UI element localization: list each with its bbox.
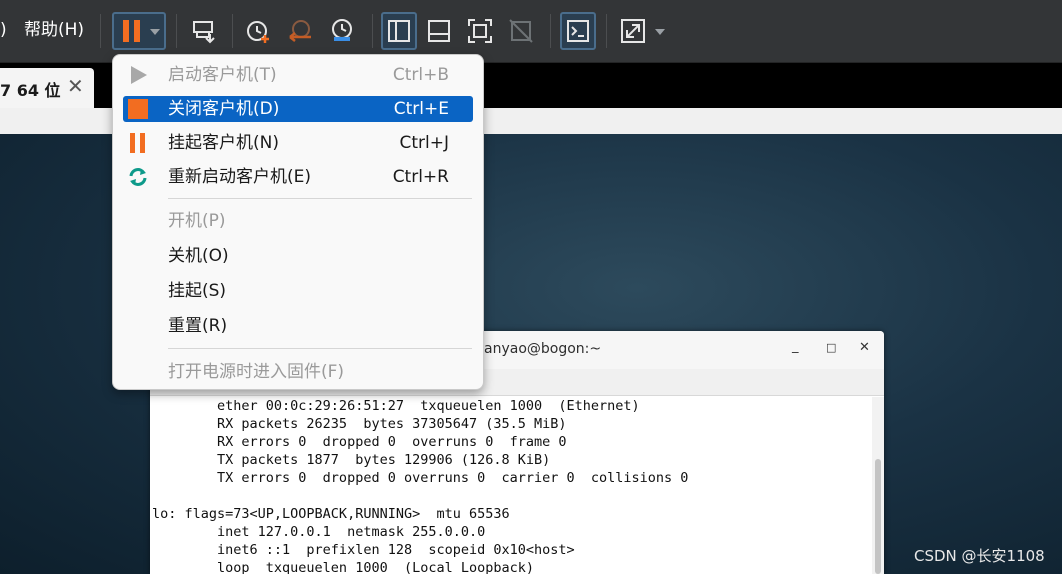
menu-item-shut-down-guest[interactable]: 关闭客户机(D) Ctrl+E xyxy=(123,96,473,122)
menu-item-suspend-guest[interactable]: 挂起客户机(N) Ctrl+J xyxy=(123,130,473,156)
take-snapshot-button[interactable] xyxy=(241,12,277,50)
play-icon xyxy=(131,66,147,84)
show-library-button[interactable] xyxy=(381,12,417,50)
snapshot-revert-icon xyxy=(289,20,311,42)
terminal-scrollbar[interactable] xyxy=(872,397,884,574)
terminal-output[interactable]: ether 00:0c:29:26:51:27 txqueuelen 1000 … xyxy=(152,397,872,574)
snapshot-manager-button[interactable] xyxy=(324,12,360,50)
send-ctrl-alt-del-button[interactable] xyxy=(186,12,222,50)
snapshot-add-icon xyxy=(247,21,269,43)
restart-icon xyxy=(129,168,147,186)
scrollbar-thumb[interactable] xyxy=(875,459,881,574)
chevron-down-icon[interactable] xyxy=(150,29,160,35)
menu-item-shortcut: Ctrl+B xyxy=(392,65,449,85)
terminal-icon xyxy=(567,20,589,42)
snapshot-manager-icon xyxy=(332,19,352,41)
watermark-text: CSDN @长安1108 xyxy=(914,547,1045,565)
unity-mode-button[interactable] xyxy=(503,12,539,50)
power-dropdown-menu: 启动客户机(T) Ctrl+B 关闭客户机(D) Ctrl+E 挂起客户机(N)… xyxy=(112,54,484,390)
terminal-line: TX errors 0 dropped 0 overruns 0 carrier… xyxy=(152,470,689,486)
terminal-line: inet 127.0.0.1 netmask 255.0.0.0 xyxy=(152,524,486,540)
menu-separator xyxy=(168,348,472,349)
menu-item-label: 重新启动客户机(E) xyxy=(168,167,312,187)
terminal-line: RX packets 26235 bytes 37305647 (35.5 Mi… xyxy=(152,416,567,432)
unity-disabled-icon xyxy=(509,19,533,43)
maximize-icon[interactable]: □ xyxy=(826,341,836,354)
menu-item-label: 关机(O) xyxy=(168,246,229,266)
toolbar-separator xyxy=(606,14,607,48)
menu-help[interactable]: 帮助(H) xyxy=(24,19,84,41)
menu-item-shortcut: Ctrl+J xyxy=(399,133,449,153)
chevron-down-icon[interactable] xyxy=(655,29,665,35)
menu-item-suspend[interactable]: 挂起(S) xyxy=(123,278,473,304)
toolbar-separator xyxy=(176,14,177,48)
terminal-line: loop txqueuelen 1000 (Local Loopback) xyxy=(152,560,535,574)
toolbar-separator xyxy=(372,14,373,48)
menu-item-shortcut: Ctrl+E xyxy=(393,99,449,119)
revert-snapshot-button[interactable] xyxy=(283,12,319,50)
toolbar-separator xyxy=(550,14,551,48)
expand-icon xyxy=(621,19,645,43)
menu-item-label: 挂起客户机(N) xyxy=(168,133,279,153)
menu-item-power-on[interactable]: 开机(P) xyxy=(123,208,473,234)
sidebar-layout-icon xyxy=(388,20,410,42)
terminal-title: anyao@bogon:~ xyxy=(484,341,602,357)
pause-icon xyxy=(130,133,145,153)
menu-separator xyxy=(168,198,472,199)
minimize-icon[interactable]: _ xyxy=(792,339,799,354)
terminal-line: RX errors 0 dropped 0 overruns 0 frame 0 xyxy=(152,434,567,450)
vm-tab[interactable]: 7 64 位 ✕ xyxy=(0,68,94,108)
vm-tab-label: 7 64 位 xyxy=(0,81,61,100)
menu-item-shortcut: Ctrl+R xyxy=(392,167,449,187)
stretch-guest-button[interactable] xyxy=(615,12,651,50)
terminal-line: inet6 ::1 prefixlen 128 scopeid 0x10<hos… xyxy=(152,542,575,558)
toolbar-separator xyxy=(232,14,233,48)
close-icon[interactable]: ✕ xyxy=(859,340,870,355)
menu-item-power-on-guest[interactable]: 启动客户机(T) Ctrl+B xyxy=(123,62,473,88)
menu-item-label: 重置(R) xyxy=(168,316,228,336)
console-view-button[interactable] xyxy=(560,12,596,50)
terminal-line: TX packets 1877 bytes 129906 (126.8 KiB) xyxy=(152,452,551,468)
bottom-panel-icon xyxy=(428,20,450,42)
keyboard-send-icon xyxy=(193,21,215,44)
menu-item-reset[interactable]: 重置(R) xyxy=(123,313,473,339)
menu-item-label: 开机(P) xyxy=(168,211,226,231)
menu-item-power-on-to-firmware[interactable]: 打开电源时进入固件(F) xyxy=(123,359,473,385)
menu-item-power-off[interactable]: 关机(O) xyxy=(123,243,473,269)
toolbar-separator xyxy=(100,14,101,48)
menu-item-label: 启动客户机(T) xyxy=(168,65,277,85)
terminal-line: lo: flags=73<UP,LOOPBACK,RUNNING> mtu 65… xyxy=(152,506,510,522)
menu-item-label: 挂起(S) xyxy=(168,281,227,301)
stop-icon xyxy=(128,99,148,119)
show-thumbnail-bar-button[interactable] xyxy=(421,12,457,50)
full-screen-button[interactable] xyxy=(462,12,498,50)
menu-item-label: 打开电源时进入固件(F) xyxy=(168,362,345,382)
fullscreen-icon xyxy=(468,19,492,43)
menu-item-label: 关闭客户机(D) xyxy=(168,99,280,119)
terminal-line: ether 00:0c:29:26:51:27 txqueuelen 1000 … xyxy=(152,398,640,414)
menu-item-restart-guest[interactable]: 重新启动客户机(E) Ctrl+R xyxy=(123,164,473,190)
close-icon[interactable]: ✕ xyxy=(67,75,84,97)
pause-icon xyxy=(123,20,140,42)
menu-fragment[interactable]: ) xyxy=(0,19,7,41)
